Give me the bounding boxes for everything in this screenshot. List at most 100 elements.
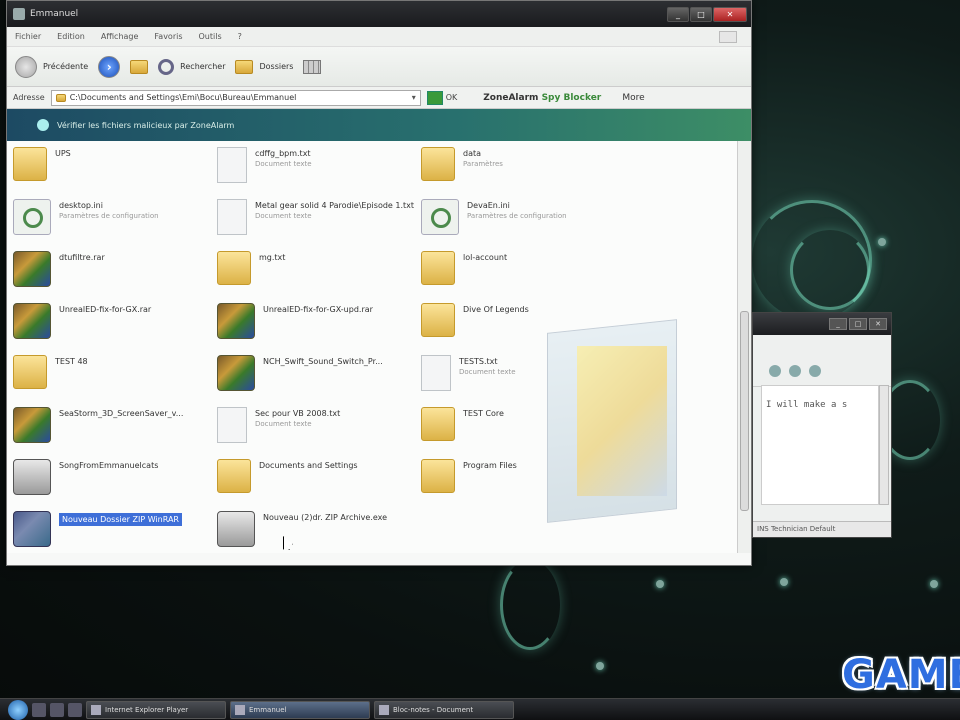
app-icon <box>379 704 389 715</box>
archive-exe-icon <box>13 459 51 495</box>
file-name: UnrealED-fix-for-GX-upd.rar <box>263 305 373 314</box>
menu-affichage[interactable]: Affichage <box>101 32 139 41</box>
notepad-text-area[interactable]: I will make a s <box>761 385 879 505</box>
start-orb-icon[interactable] <box>8 699 28 720</box>
address-path: C:\Documents and Settings\Emi\Bocu\Burea… <box>69 93 297 102</box>
scrollbar-thumb[interactable] <box>740 311 749 511</box>
file-item[interactable]: Nouveau (2)dr. ZIP Archive.exe <box>217 511 417 547</box>
file-item[interactable]: mg.txt <box>217 251 417 285</box>
taskbar-item[interactable]: Bloc-notes - Document <box>374 700 514 719</box>
address-label: Adresse <box>13 93 45 102</box>
back-button[interactable]: Précédente <box>15 55 88 78</box>
file-item[interactable]: lol-account <box>421 251 621 285</box>
file-name: DevaEn.ini <box>467 201 510 210</box>
notepad-scrollbar[interactable] <box>879 385 889 505</box>
file-item[interactable]: Program Files <box>421 459 621 493</box>
file-name: UnrealED-fix-for-GX.rar <box>59 305 152 314</box>
file-name: UPS <box>55 149 71 158</box>
search-icon <box>158 58 175 75</box>
folders-button[interactable]: Dossiers <box>235 59 294 74</box>
notepad-title-bar[interactable]: _ □ ✕ <box>753 313 891 335</box>
menu-help[interactable]: ? <box>238 32 242 41</box>
notepad-minimize-button[interactable]: _ <box>829 318 847 330</box>
toolbar-icon[interactable] <box>769 365 781 377</box>
search-label: Rechercher <box>180 62 226 71</box>
notepad-close-button[interactable]: ✕ <box>869 318 887 330</box>
menu-fichier[interactable]: Fichier <box>15 32 41 41</box>
file-name: data <box>463 149 482 158</box>
menu-outils[interactable]: Outils <box>199 32 222 41</box>
maximize-button[interactable]: □ <box>690 6 712 22</box>
folders-label: Dossiers <box>259 62 294 71</box>
taskbar: Internet Explorer Player Emmanuel Bloc-n… <box>0 698 960 720</box>
file-item[interactable]: Documents and Settings <box>217 459 417 493</box>
file-item[interactable]: desktop.ini Paramètres de configuration <box>13 199 213 235</box>
chevron-down-icon[interactable]: ▾ <box>412 93 416 102</box>
file-item[interactable]: TEST 48 <box>13 355 213 389</box>
address-input[interactable]: C:\Documents and Settings\Emi\Bocu\Burea… <box>50 89 421 106</box>
file-name: SeaStorm_3D_ScreenSaver_v... <box>59 409 184 418</box>
go-arrow-icon <box>426 90 443 105</box>
more-button[interactable]: More <box>622 93 644 103</box>
close-button[interactable]: ✕ <box>713 6 747 22</box>
file-type: Document texte <box>255 212 312 220</box>
file-item[interactable]: UPS <box>13 147 213 181</box>
spy-blocker-button[interactable]: Spy Blocker <box>542 93 602 103</box>
desktop-dot <box>656 580 664 588</box>
file-item[interactable]: cdffg_bpm.txt Document texte <box>217 147 417 183</box>
file-item[interactable]: DevaEn.ini Paramètres de configuration <box>421 199 621 235</box>
vertical-scrollbar[interactable] <box>737 141 751 553</box>
file-item[interactable]: Metal gear solid 4 Parodie\Episode 1.txt… <box>217 199 417 235</box>
file-item[interactable]: SongFromEmmanuelcats <box>13 459 213 495</box>
file-type: Document texte <box>255 420 312 428</box>
file-item[interactable]: SeaStorm_3D_ScreenSaver_v... <box>13 407 213 443</box>
file-item[interactable]: Sec pour VB 2008.txt Document texte <box>217 407 417 443</box>
forward-button[interactable]: › <box>98 55 121 78</box>
config-file-icon <box>13 199 51 235</box>
views-icon[interactable] <box>303 59 322 74</box>
quick-launch-icon[interactable] <box>50 702 64 717</box>
file-item[interactable]: NCH_Swift_Sound_Switch_Pr... <box>217 355 417 391</box>
file-item[interactable]: TESTS.txt Document texte <box>421 355 621 391</box>
winrar-archive-icon <box>13 511 51 547</box>
minimize-button[interactable]: _ <box>667 6 689 22</box>
taskbar-item[interactable]: Internet Explorer Player <box>86 700 226 719</box>
folder-icon <box>421 459 455 493</box>
search-button[interactable]: Rechercher <box>158 58 226 75</box>
quick-launch-icon[interactable] <box>68 702 82 717</box>
file-name: Nouveau Dossier ZIP WinRAR <box>59 513 182 526</box>
go-button[interactable]: OK <box>426 90 457 105</box>
file-item[interactable]: data Paramètres <box>421 147 621 181</box>
folder-icon <box>421 147 455 181</box>
windows-flag-icon <box>719 30 737 43</box>
file-type: Document texte <box>255 160 312 168</box>
taskbar-item-label: Internet Explorer Player <box>105 705 189 714</box>
toolbar-icon[interactable] <box>809 365 821 377</box>
file-item[interactable]: dtufiltre.rar <box>13 251 213 287</box>
explorer-window: Emmanuel _ □ ✕ Fichier Edition Affichage… <box>6 0 752 566</box>
desktop-dot <box>596 662 604 670</box>
notepad-status-bar: INS Technician Default <box>753 521 891 537</box>
file-item[interactable]: Dive Of Legends <box>421 303 621 337</box>
taskbar-item[interactable]: Emmanuel <box>230 700 370 719</box>
zonealarm-toolbar: ZoneAlarm Spy Blocker More <box>483 93 644 103</box>
file-name: TEST 48 <box>55 357 88 366</box>
quick-launch-icon[interactable] <box>32 702 46 717</box>
file-item[interactable]: UnrealED-fix-for-GX.rar <box>13 303 213 339</box>
text-document-icon <box>421 355 451 391</box>
info-ribbon[interactable]: Vérifier les fichiers malicieux par Zone… <box>7 109 751 141</box>
taskbar-item-label: Bloc-notes - Document <box>393 705 474 714</box>
menu-edition[interactable]: Edition <box>57 32 85 41</box>
title-bar[interactable]: Emmanuel _ □ ✕ <box>7 1 751 27</box>
file-name: Sec pour VB 2008.txt <box>255 409 341 418</box>
game-logo: GAME <box>842 652 960 698</box>
file-name: Nouveau (2)dr. ZIP Archive.exe <box>263 513 388 522</box>
folder-up-icon[interactable] <box>130 59 149 74</box>
file-item[interactable]: UnrealED-fix-for-GX-upd.rar <box>217 303 417 339</box>
file-item[interactable]: TEST Core <box>421 407 621 441</box>
file-item[interactable]: Nouveau Dossier ZIP WinRAR <box>13 511 213 547</box>
toolbar-icon[interactable] <box>789 365 801 377</box>
menu-favoris[interactable]: Favoris <box>154 32 182 41</box>
file-name: Documents and Settings <box>259 461 358 470</box>
notepad-maximize-button[interactable]: □ <box>849 318 867 330</box>
